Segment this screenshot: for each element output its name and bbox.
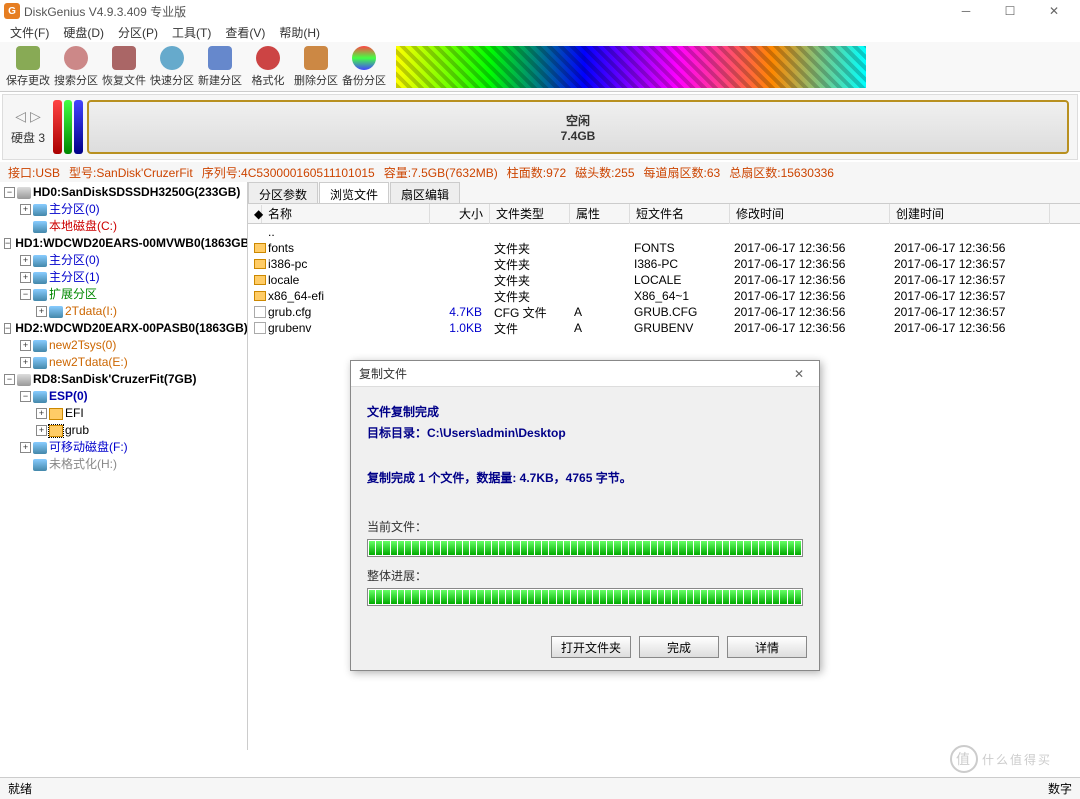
- tab-sector[interactable]: 扇区编辑: [390, 182, 460, 203]
- menu-partition[interactable]: 分区(P): [112, 22, 164, 43]
- menu-help[interactable]: 帮助(H): [273, 22, 326, 43]
- file-row[interactable]: i386-pc文件夹I386-PC2017-06-17 12:36:562017…: [248, 256, 1080, 272]
- tree-hd0[interactable]: −HD0:SanDiskSDSSDH3250G(233GB): [4, 184, 245, 201]
- dialog-done-text: 文件复制完成: [367, 403, 803, 420]
- maximize-button[interactable]: ☐: [988, 0, 1032, 22]
- file-row[interactable]: grubenv1.0KB文件AGRUBENV2017-06-17 12:36:5…: [248, 320, 1080, 336]
- folder-icon: [254, 291, 266, 301]
- file-row[interactable]: ..: [248, 224, 1080, 240]
- recover-files-button[interactable]: 恢复文件: [100, 44, 148, 90]
- disk-tree[interactable]: −HD0:SanDiskSDSSDH3250G(233GB) +主分区(0) 本…: [0, 182, 248, 750]
- done-button[interactable]: 完成: [639, 636, 719, 658]
- file-row[interactable]: locale文件夹LOCALE2017-06-17 12:36:562017-0…: [248, 272, 1080, 288]
- backup-partition-button[interactable]: 备份分区: [340, 44, 388, 90]
- menu-view[interactable]: 查看(V): [219, 22, 271, 43]
- folder-icon: [254, 275, 266, 285]
- col-mtime[interactable]: 修改时间: [730, 204, 890, 224]
- tree-hd2[interactable]: −HD2:WDCWD20EARX-00PASB0(1863GB): [4, 320, 245, 337]
- folder-icon: [254, 243, 266, 253]
- tree-hd1-ext[interactable]: −扩展分区: [20, 286, 245, 303]
- dialog-title: 复制文件: [359, 365, 787, 382]
- ad-banner: [396, 46, 866, 88]
- tree-hd2-data[interactable]: +new2Tdata(E:): [20, 354, 245, 371]
- minimize-button[interactable]: ─: [944, 0, 988, 22]
- detail-button[interactable]: 详情: [727, 636, 807, 658]
- partition-bars: [53, 100, 83, 154]
- status-bar: 就绪 数字: [0, 777, 1080, 799]
- tabs: 分区参数 浏览文件 扇区编辑: [248, 182, 1080, 204]
- delete-partition-button[interactable]: 删除分区: [292, 44, 340, 90]
- col-ctime[interactable]: 创建时间: [890, 204, 1050, 224]
- file-row[interactable]: fonts文件夹FONTS2017-06-17 12:36:562017-06-…: [248, 240, 1080, 256]
- tab-browse[interactable]: 浏览文件: [319, 182, 389, 203]
- overall-label: 整体进展：: [367, 567, 803, 584]
- menu-disk[interactable]: 硬盘(D): [57, 22, 110, 43]
- disk-nav-arrows[interactable]: ◁ ▷: [15, 108, 40, 125]
- disk-bar: ◁ ▷ 硬盘 3 空闲 7.4GB: [2, 94, 1078, 160]
- free-label: 空闲: [566, 112, 590, 129]
- tree-hd1-p0[interactable]: +主分区(0): [20, 252, 245, 269]
- status-right: 数字: [1048, 780, 1072, 797]
- col-short[interactable]: 短文件名: [630, 204, 730, 224]
- tree-rd8[interactable]: −RD8:SanDisk'CruzerFit(7GB): [4, 371, 245, 388]
- save-button[interactable]: 保存更改: [4, 44, 52, 90]
- file-icon: [254, 306, 266, 318]
- tab-params[interactable]: 分区参数: [248, 182, 318, 203]
- tree-rd8-esp[interactable]: −ESP(0): [20, 388, 245, 405]
- tree-rd8-efi[interactable]: +EFI: [36, 405, 245, 422]
- tree-hd1-p1[interactable]: +主分区(1): [20, 269, 245, 286]
- menu-bar: 文件(F) 硬盘(D) 分区(P) 工具(T) 查看(V) 帮助(H): [0, 22, 1080, 42]
- col-name[interactable]: 名称: [262, 204, 430, 224]
- tree-hd0-c[interactable]: 本地磁盘(C:): [20, 218, 245, 235]
- dialog-summary-text: 复制完成 1 个文件，数据量: 4.7KB，4765 字节。: [367, 469, 803, 486]
- close-button[interactable]: ✕: [1032, 0, 1076, 22]
- format-button[interactable]: 格式化: [244, 44, 292, 90]
- window-title: DiskGenius V4.9.3.409 专业版: [24, 3, 944, 20]
- title-bar: G DiskGenius V4.9.3.409 专业版 ─ ☐ ✕: [0, 0, 1080, 22]
- current-file-label: 当前文件：: [367, 518, 803, 535]
- disk-info-bar: 接口:USB 型号:SanDisk'CruzerFit 序列号:4C530000…: [0, 162, 1080, 182]
- watermark: 值什么值得买: [950, 745, 1052, 773]
- tree-hd2-sys[interactable]: +new2Tsys(0): [20, 337, 245, 354]
- tree-hd0-p0[interactable]: +主分区(0): [20, 201, 245, 218]
- menu-file[interactable]: 文件(F): [4, 22, 55, 43]
- file-header: ◆ 名称 大小 文件类型 属性 短文件名 修改时间 创建时间: [248, 204, 1080, 224]
- overall-progress: [367, 588, 803, 606]
- new-partition-button[interactable]: 新建分区: [196, 44, 244, 90]
- tree-rd8-grub[interactable]: +grub: [36, 422, 245, 439]
- quick-partition-button[interactable]: 快速分区: [148, 44, 196, 90]
- file-row[interactable]: grub.cfg4.7KBCFG 文件AGRUB.CFG2017-06-17 1…: [248, 304, 1080, 320]
- open-folder-button[interactable]: 打开文件夹: [551, 636, 631, 658]
- free-space-block[interactable]: 空闲 7.4GB: [87, 100, 1069, 154]
- toolbar: 保存更改 搜索分区 恢复文件 快速分区 新建分区 格式化 删除分区 备份分区: [0, 42, 1080, 92]
- disk-label: 硬盘 3: [11, 129, 45, 146]
- file-icon: [254, 322, 266, 334]
- tree-hd1-2t[interactable]: +2Tdata(I:): [36, 303, 245, 320]
- dialog-target-text: 目标目录：C:\Users\admin\Desktop: [367, 424, 803, 441]
- current-progress: [367, 539, 803, 557]
- free-size: 7.4GB: [561, 129, 596, 143]
- app-icon: G: [4, 3, 20, 19]
- file-row[interactable]: x86_64-efi文件夹X86_64~12017-06-17 12:36:56…: [248, 288, 1080, 304]
- col-attr[interactable]: 属性: [570, 204, 630, 224]
- status-left: 就绪: [8, 780, 1048, 797]
- folder-icon: [254, 259, 266, 269]
- col-type[interactable]: 文件类型: [490, 204, 570, 224]
- tree-rd8-f[interactable]: +可移动磁盘(F:): [20, 439, 245, 456]
- tree-hd1[interactable]: −HD1:WDCWD20EARS-00MVWB0(1863GB): [4, 235, 245, 252]
- menu-tools[interactable]: 工具(T): [166, 22, 217, 43]
- copy-dialog: 复制文件 ✕ 文件复制完成 目标目录：C:\Users\admin\Deskto…: [350, 360, 820, 671]
- dialog-close-icon[interactable]: ✕: [787, 367, 811, 381]
- tree-rd8-un[interactable]: 未格式化(H:): [20, 456, 245, 473]
- col-size[interactable]: 大小: [430, 204, 490, 224]
- search-partition-button[interactable]: 搜索分区: [52, 44, 100, 90]
